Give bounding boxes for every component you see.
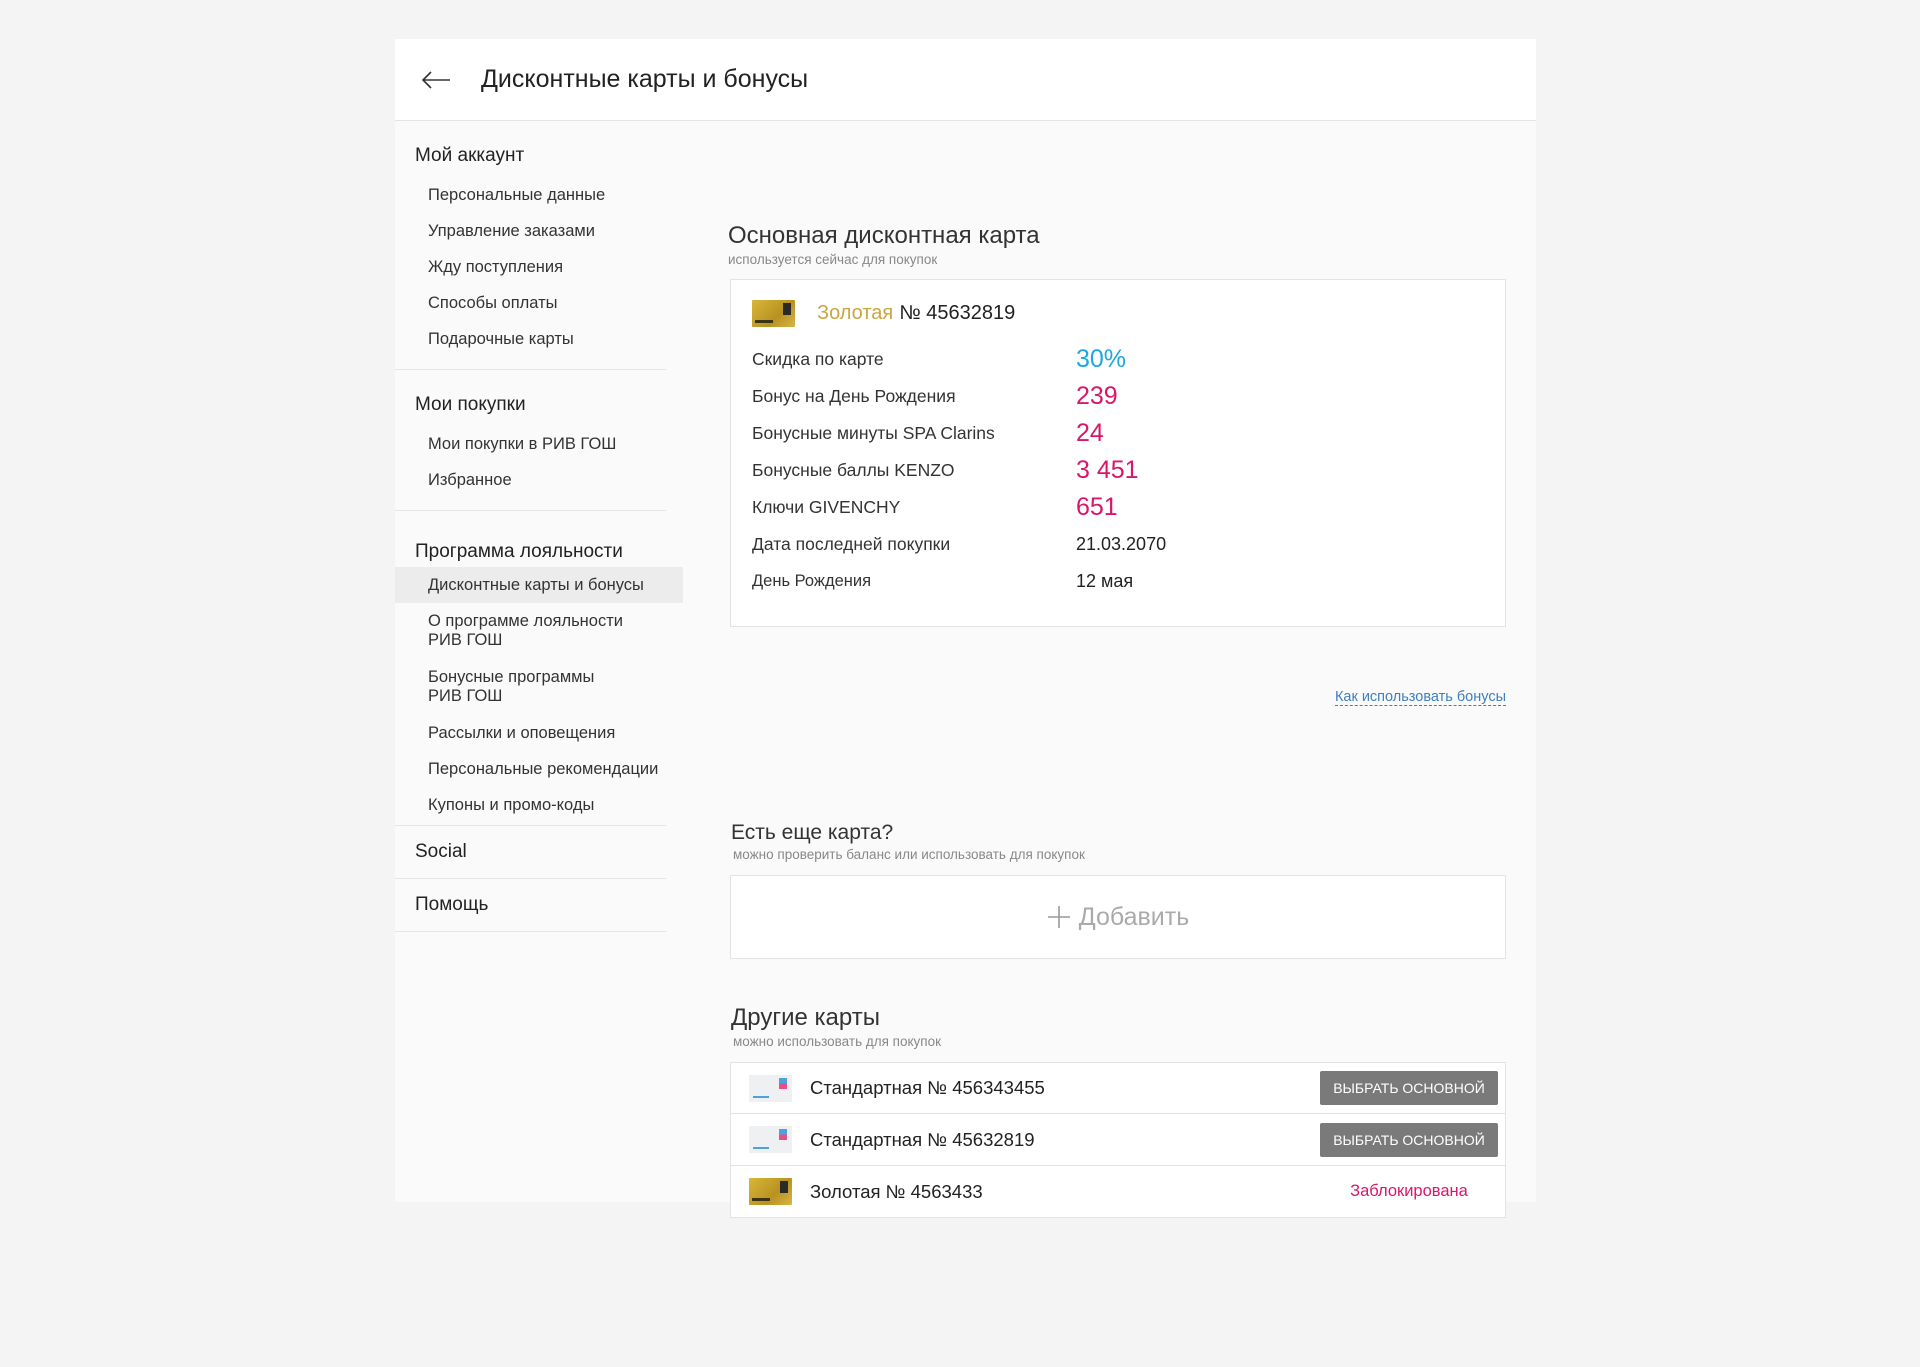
main-card-subtitle: используется сейчас для покупок xyxy=(728,252,938,267)
nav-heading-help[interactable]: Помощь xyxy=(395,879,666,931)
page-container: Дисконтные карты и бонусы Мой аккаунт Пе… xyxy=(395,39,1536,1218)
stat-row: Бонус на День Рождения 239 xyxy=(752,378,1505,415)
plus-icon xyxy=(1047,906,1070,928)
stat-value: 24 xyxy=(1076,419,1104,447)
sidebar-item-my-purchases[interactable]: Мои покупки в РИВ ГОШ xyxy=(395,426,666,462)
other-cards-subtitle: можно использовать для покупок xyxy=(733,1034,942,1049)
sidebar-item-personal-data[interactable]: Персональные данные xyxy=(395,177,666,213)
another-card-subtitle: можно проверить баланс или использовать … xyxy=(733,847,1085,862)
sidebar-item-orders[interactable]: Управление заказами xyxy=(395,213,666,249)
back-button[interactable] xyxy=(415,59,457,101)
card-name: Стандартная № 456343455 xyxy=(810,1077,1045,1098)
sidebar-item-bonus-programs[interactable]: Бонусные программы РИВ ГОШ xyxy=(395,659,666,715)
arrow-left-icon xyxy=(421,70,450,89)
other-cards-title: Другие карты xyxy=(731,1004,880,1031)
nav-heading-loyalty[interactable]: Программа лояльности xyxy=(395,511,666,563)
nav-list-loyalty: Дисконтные карты и бонусы О программе ло… xyxy=(395,563,683,825)
howto-bonus-link[interactable]: Как использовать бонусы xyxy=(1334,689,1506,706)
nav-heading-social[interactable]: Social xyxy=(395,826,666,878)
stat-value: 651 xyxy=(1076,493,1118,521)
list-item: Стандартная № 45632819 ВЫБРАТЬ ОСНОВНОЙ xyxy=(730,1114,1506,1166)
sidebar-item-gift-cards[interactable]: Подарочные карты xyxy=(395,321,666,357)
another-card-heading: Есть еще карта? можно проверить баланс и… xyxy=(731,821,1085,862)
stat-value: 21.03.2070 xyxy=(1076,534,1167,554)
stat-label: Скидка по карте xyxy=(752,349,884,369)
card-name: Золотая № 4563433 xyxy=(810,1180,983,1202)
stat-label: Бонусные баллы KENZO xyxy=(752,460,955,480)
nav-section-help: Помощь xyxy=(395,879,666,932)
stat-row: Бонусные минуты SPA Clarins 24 xyxy=(752,415,1505,452)
another-card-title: Есть еще карта? xyxy=(731,821,894,844)
nav-section-social: Social xyxy=(395,826,666,879)
list-item: Стандартная № 456343455 ВЫБРАТЬ ОСНОВНОЙ xyxy=(730,1062,1506,1114)
stat-row: Дата последней покупки 21.03.2070 xyxy=(752,526,1505,563)
main-card-title: Основная дисконтная карта xyxy=(728,222,1040,249)
stat-row: Бонусные баллы KENZO 3 451 xyxy=(752,452,1505,489)
gold-card-icon xyxy=(752,300,795,327)
add-card-button[interactable]: Добавить xyxy=(730,875,1506,959)
stat-value: 239 xyxy=(1076,382,1118,410)
sidebar-item-waitlist[interactable]: Жду поступления xyxy=(395,249,666,285)
nav-section-account: Мой аккаунт Персональные данные Управлен… xyxy=(395,121,666,370)
stat-value: 3 451 xyxy=(1076,456,1139,484)
stat-label: Дата последней покупки xyxy=(752,534,951,554)
card-name: Стандартная № 45632819 xyxy=(810,1128,1035,1150)
nav-section-purchases: Мои покупки Мои покупки в РИВ ГОШ Избран… xyxy=(395,370,666,511)
sidebar-item-favorites[interactable]: Избранное xyxy=(395,462,666,498)
sidebar-item-discount-cards[interactable]: Дисконтные карты и бонусы xyxy=(395,567,683,603)
standard-card-icon xyxy=(749,1126,792,1153)
nav-heading-account[interactable]: Мой аккаунт xyxy=(395,121,666,167)
sidebar-item-coupons[interactable]: Купоны и промо-коды xyxy=(395,787,666,823)
set-primary-button[interactable]: ВЫБРАТЬ ОСНОВНОЙ xyxy=(1320,1071,1498,1105)
other-cards-heading: Другие карты можно использовать для поку… xyxy=(731,1004,941,1049)
main-card-header: Золотая № 45632819 xyxy=(731,280,1505,327)
main-discount-card: Золотая № 45632819 Скидка по карте 30% Б… xyxy=(730,279,1506,627)
set-primary-button[interactable]: ВЫБРАТЬ ОСНОВНОЙ xyxy=(1320,1122,1498,1157)
sidebar-item-recommendations[interactable]: Персональные рекомендации xyxy=(395,751,666,787)
card-stats: Скидка по карте 30% Бонус на День Рожден… xyxy=(731,327,1505,600)
standard-card-icon xyxy=(749,1074,792,1102)
nav-section-loyalty: Программа лояльности Дисконтные карты и … xyxy=(395,511,683,826)
stat-row: Ключи GIVENCHY 651 xyxy=(752,489,1505,526)
gold-card-icon xyxy=(749,1178,792,1205)
main-card-heading: Основная дисконтная карта используется с… xyxy=(728,222,1040,267)
card-number: № 45632819 xyxy=(899,302,1016,324)
sidebar-nav: Мой аккаунт Персональные данные Управлен… xyxy=(395,121,683,932)
sidebar-item-payment-methods[interactable]: Способы оплаты xyxy=(395,285,666,321)
nav-list-purchases: Мои покупки в РИВ ГОШ Избранное xyxy=(395,416,666,510)
stat-label: День Рождения xyxy=(752,572,872,590)
stat-label: Ключи GIVENCHY xyxy=(752,497,901,517)
stat-label: Бонусные минуты SPA Clarins xyxy=(752,423,995,443)
blocked-status: Заблокирована xyxy=(1350,1182,1468,1200)
add-card-label: Добавить xyxy=(1078,902,1190,931)
page-header: Дисконтные карты и бонусы xyxy=(395,39,1536,121)
other-cards-list: Стандартная № 456343455 ВЫБРАТЬ ОСНОВНОЙ… xyxy=(730,1062,1506,1218)
sidebar-item-subscriptions[interactable]: Рассылки и оповещения xyxy=(395,715,666,751)
nav-heading-purchases[interactable]: Мои покупки xyxy=(395,370,666,416)
stat-value: 12 мая xyxy=(1076,571,1134,591)
sidebar-item-loyalty-about[interactable]: О программе лояльности РИВ ГОШ xyxy=(395,603,666,659)
nav-list-account: Персональные данные Управление заказами … xyxy=(395,167,666,369)
stat-label: Бонус на День Рождения xyxy=(752,386,956,406)
stat-value: 30% xyxy=(1076,345,1127,373)
stat-row: Скидка по карте 30% xyxy=(752,341,1505,378)
page-title: Дисконтные карты и бонусы xyxy=(481,65,809,93)
list-item: Золотая № 4563433 Заблокирована xyxy=(730,1166,1506,1218)
card-level: Золотая xyxy=(817,302,894,324)
stat-row: День Рождения 12 мая xyxy=(752,563,1505,600)
